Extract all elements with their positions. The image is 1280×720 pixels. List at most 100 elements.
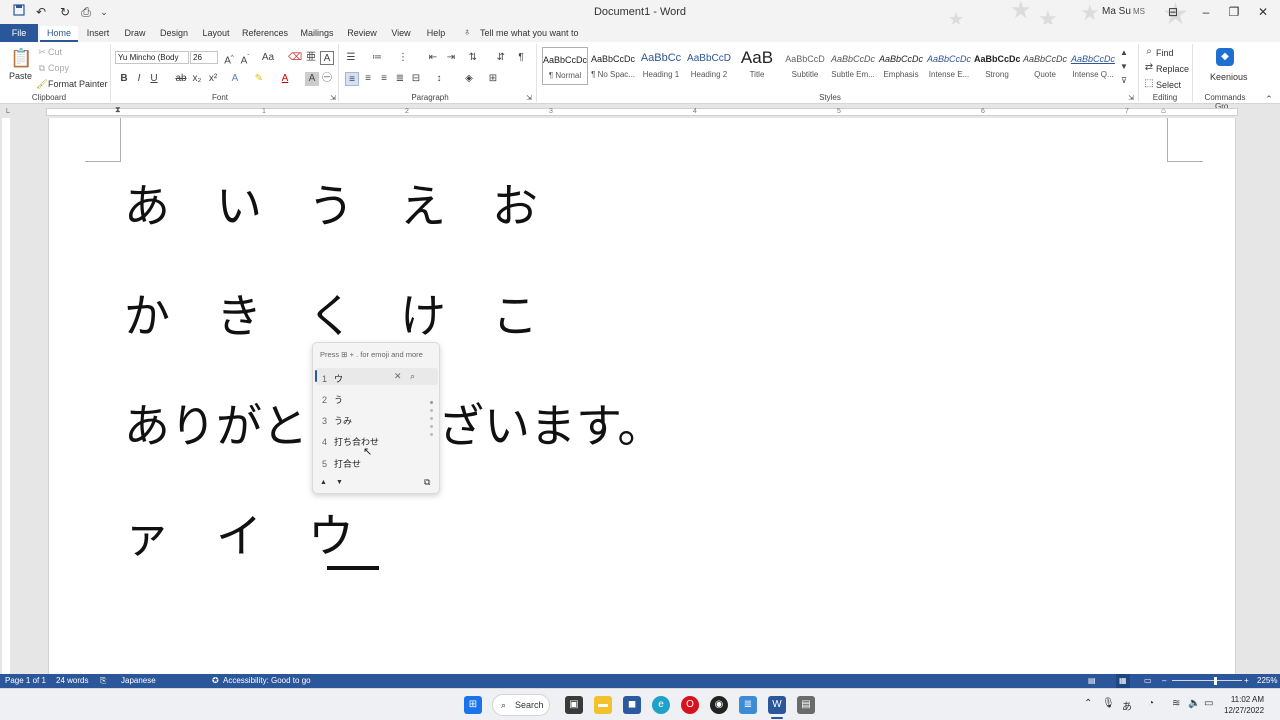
shrink-font-icon[interactable]: Aˇ bbox=[238, 51, 252, 66]
subscript-icon[interactable]: x₂ bbox=[190, 72, 204, 86]
document-line-3-left[interactable]: ありがと bbox=[124, 398, 308, 454]
document-line-1[interactable]: あ い う え お bbox=[124, 178, 538, 234]
microphone-icon[interactable]: 🎙 bbox=[1102, 698, 1115, 709]
zoom-slider-thumb[interactable] bbox=[1214, 677, 1217, 685]
styles-more-icon[interactable]: ⊽ bbox=[1117, 74, 1131, 88]
style-normal[interactable]: AaBbCcDc ¶ Normal bbox=[542, 47, 588, 85]
replace-button[interactable]: Replace bbox=[1156, 63, 1189, 75]
style-heading-1[interactable]: AaBbCc Heading 1 bbox=[638, 47, 684, 85]
format-painter-button[interactable]: Format Painter bbox=[48, 78, 108, 90]
clear-formatting-icon[interactable]: ⌫ bbox=[288, 51, 302, 65]
zoom-slider[interactable] bbox=[1172, 680, 1242, 681]
find-button[interactable]: Find bbox=[1156, 47, 1174, 59]
app-icon[interactable]: ▤ bbox=[797, 696, 815, 714]
sort-icon[interactable]: ⇵ bbox=[494, 51, 508, 65]
search-icon[interactable]: ⌕ bbox=[410, 371, 415, 382]
chrome-icon[interactable]: ◉ bbox=[710, 696, 728, 714]
document-line-3-right[interactable]: ざいます。 bbox=[438, 398, 663, 454]
superscript-icon[interactable]: x² bbox=[206, 72, 220, 86]
keenious-button[interactable]: Keenious bbox=[1210, 71, 1248, 83]
document-line-4[interactable]: ァ イ ウ bbox=[124, 508, 354, 564]
expand-icon[interactable]: ⧉ bbox=[424, 477, 430, 488]
style-strong[interactable]: AaBbCcDc Strong bbox=[974, 47, 1020, 85]
styles-scroll-down-icon[interactable]: ▼ bbox=[1117, 60, 1131, 74]
style-heading-2[interactable]: AaBbCcD Heading 2 bbox=[686, 47, 732, 85]
taskbar-search[interactable]: ⌕ Search bbox=[492, 694, 550, 716]
increase-indent-icon[interactable]: ⇥ bbox=[444, 51, 458, 65]
enclose-characters-icon[interactable]: ㊀ bbox=[320, 72, 334, 86]
avatar[interactable]: MS bbox=[1130, 4, 1148, 20]
line-spacing-icon[interactable]: ↕ bbox=[432, 72, 446, 86]
word-count[interactable]: 24 words bbox=[56, 674, 88, 688]
file-explorer-icon[interactable]: ▬ bbox=[594, 696, 612, 714]
tab-home[interactable]: Home bbox=[40, 26, 78, 42]
tab-review[interactable]: Review bbox=[344, 26, 380, 42]
style-subtitle[interactable]: AaBbCcD Subtitle bbox=[782, 47, 828, 85]
bold-icon[interactable]: B bbox=[117, 72, 131, 86]
style-quote[interactable]: AaBbCcDc Quote bbox=[1022, 47, 1068, 85]
zoom-out-icon[interactable]: – bbox=[1162, 674, 1166, 688]
italic-icon[interactable]: I bbox=[132, 72, 146, 86]
cut-button[interactable]: Cut bbox=[48, 46, 62, 58]
minimize-icon[interactable]: – bbox=[1196, 4, 1216, 20]
align-right-icon[interactable]: ≡ bbox=[377, 72, 391, 86]
tab-references[interactable]: References bbox=[240, 26, 290, 42]
task-view-icon[interactable]: ▣ bbox=[565, 696, 583, 714]
proofing-icon[interactable]: ⎘ bbox=[100, 674, 106, 688]
text-direction-icon[interactable]: ⇅ bbox=[466, 51, 480, 65]
ime-candidate-window[interactable]: Press ⊞ + . for emoji and more 1ウ ✕ ⌕ 2う… bbox=[312, 342, 440, 494]
indent-marker-icon[interactable]: ⧗ bbox=[115, 105, 121, 115]
tab-selector-icon[interactable]: └ bbox=[4, 108, 10, 117]
ime-candidate-3[interactable]: 3 うみ bbox=[322, 414, 352, 427]
paste-button[interactable]: Paste bbox=[9, 70, 32, 82]
page-down-icon[interactable]: ▼ bbox=[336, 479, 343, 486]
decrease-indent-icon[interactable]: ⇤ bbox=[426, 51, 440, 65]
tab-mailings[interactable]: Mailings bbox=[296, 26, 338, 42]
ribbon-display-options-icon[interactable]: ⊟ bbox=[1163, 4, 1183, 20]
style-subtle-emphasis[interactable]: AaBbCcDc Subtle Em... bbox=[830, 47, 876, 85]
style-emphasis[interactable]: AaBbCcDc Emphasis bbox=[878, 47, 924, 85]
zoom-level[interactable]: 225% bbox=[1257, 674, 1277, 688]
distributed-icon[interactable]: ⊟ bbox=[409, 72, 423, 86]
underline-icon[interactable]: U bbox=[147, 72, 161, 86]
style-intense-quote[interactable]: AaBbCcDc Intense Q... bbox=[1070, 47, 1116, 85]
phonetic-guide-icon[interactable]: 亜 bbox=[304, 51, 318, 65]
page-up-icon[interactable]: ▲ bbox=[320, 479, 327, 486]
battery-icon[interactable]: ▭ bbox=[1204, 698, 1213, 709]
horizontal-ruler[interactable]: 1 2 3 4 5 6 7 ⧗ ⌂ bbox=[46, 105, 1238, 116]
multilevel-list-icon[interactable]: ⋮ bbox=[396, 51, 410, 65]
font-name-select[interactable]: Yu Mincho (Body bbox=[115, 51, 189, 64]
style-title[interactable]: AaB Title bbox=[734, 47, 780, 85]
web-layout-icon[interactable]: ▭ bbox=[1144, 674, 1152, 688]
ime-mode-indicator[interactable]: あ bbox=[1122, 698, 1132, 713]
styles-scroll-up-icon[interactable]: ▲ bbox=[1117, 46, 1131, 60]
align-center-icon[interactable]: ≡ bbox=[361, 72, 375, 86]
shading-icon[interactable]: ◈ bbox=[462, 72, 476, 86]
print-layout-icon[interactable]: ▦ bbox=[1116, 674, 1130, 688]
numbering-icon[interactable]: ≔ bbox=[370, 51, 384, 65]
paragraph-dialog-launcher-icon[interactable]: ⇲ bbox=[522, 92, 536, 106]
justify-icon[interactable]: ≣ bbox=[393, 72, 407, 86]
text-effects-icon[interactable]: A bbox=[228, 72, 242, 86]
clock[interactable]: 11:02 AM 12/27/2022 bbox=[1224, 694, 1264, 716]
ime-options-icon[interactable]: ◔ bbox=[1148, 698, 1154, 709]
vertical-ruler[interactable] bbox=[2, 118, 10, 674]
restore-icon[interactable]: ❐ bbox=[1224, 4, 1244, 20]
document-line-2[interactable]: か き く け こ bbox=[124, 288, 538, 344]
tab-view[interactable]: View bbox=[386, 26, 416, 42]
bullets-icon[interactable]: ☰ bbox=[344, 51, 358, 65]
language-indicator[interactable]: Japanese bbox=[121, 674, 156, 688]
close-icon[interactable]: ✕ bbox=[394, 371, 402, 382]
select-button[interactable]: Select bbox=[1156, 79, 1181, 91]
copy-button[interactable]: Copy bbox=[48, 62, 69, 74]
store-icon[interactable]: ◼ bbox=[623, 696, 641, 714]
opera-icon[interactable]: O bbox=[681, 696, 699, 714]
tab-file[interactable]: File bbox=[0, 24, 38, 42]
show-hidden-icons-icon[interactable]: ⌃ bbox=[1084, 698, 1092, 709]
read-mode-icon[interactable]: ▤ bbox=[1088, 674, 1096, 688]
tab-insert[interactable]: Insert bbox=[82, 26, 114, 42]
change-case-icon[interactable]: Aa bbox=[258, 51, 278, 65]
tell-me-search[interactable]: Tell me what you want to do bbox=[480, 26, 590, 52]
show-formatting-marks-icon[interactable]: ¶ bbox=[514, 51, 528, 65]
volume-icon[interactable]: 🔈 bbox=[1188, 698, 1200, 709]
